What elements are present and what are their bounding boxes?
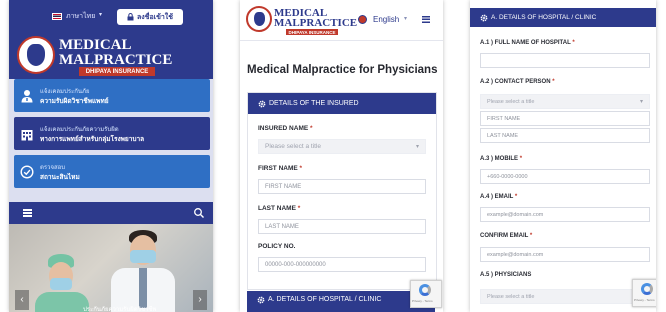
chevron-down-icon[interactable]: ▾ [404, 15, 407, 22]
last-name-input[interactable]: LAST NAME [258, 219, 426, 234]
thai-mobile-screen: ภาษาไทย ▾ ลงชื่อเข้าใช้ MEDICAL MALPRACT… [9, 0, 213, 312]
menu-item-claim-status[interactable]: ตรวจสอบ สถานะสินไหม [14, 155, 210, 188]
hero-caption: ประกันภัยความรับผิดวิชาชีพ [83, 307, 157, 312]
contact-person-label: A.2 ) CONTACT PERSON * [480, 79, 555, 85]
hospital-name-input[interactable] [480, 53, 650, 68]
email-input[interactable]: example@domain.com [480, 207, 650, 222]
service-menu: แจ้งเคลมประกันภัย ความรับผิดวิชาชีพแพทย์… [9, 79, 213, 202]
login-button[interactable]: ลงชื่อเข้าใช้ [117, 9, 183, 25]
login-label: ลงชื่อเข้าใช้ [137, 13, 173, 21]
mobile-input[interactable]: +660-0000-0000 [480, 169, 650, 184]
chevron-down-icon: ▾ [639, 99, 643, 105]
header: MEDICAL MALPRACTICE DHIPAYA INSURANCE En… [240, 0, 443, 41]
lock-icon [127, 13, 134, 21]
carousel-next-button[interactable]: › [193, 290, 207, 310]
menu-item-title: ทางการแพทย์สำหรับกลุ่มโรงพยาบาล [40, 136, 145, 143]
brand-logo [17, 36, 55, 74]
brand-tagline: DHIPAYA INSURANCE [286, 29, 338, 35]
language-selector[interactable]: ภาษาไทย [66, 11, 95, 22]
recaptcha-badge[interactable]: Privacy - Terms [410, 280, 442, 308]
menu-item-subtitle: ตรวจสอบ [40, 165, 66, 171]
recaptcha-icon [419, 284, 431, 296]
brand-tagline: DHIPAYA INSURANCE [79, 67, 155, 76]
search-icon[interactable] [193, 207, 205, 219]
contact-last-name-input[interactable]: LAST NAME [480, 128, 650, 143]
recaptcha-icon [641, 283, 653, 295]
gear-icon [258, 100, 266, 107]
top-bar: ภาษาไทย ▾ ลงชื่อเข้าใช้ [9, 0, 213, 34]
physicians-label: A.5 ) PHYSICIANS [480, 272, 532, 278]
thai-flag-icon [52, 13, 62, 20]
page-title: Medical Malpractice for Physicians [247, 64, 438, 76]
menu-item-subtitle: แจ้งเคลมประกันภัย [40, 89, 90, 95]
chevron-down-icon: ▾ [415, 144, 419, 150]
brand-header[interactable]: MEDICAL MALPRACTICE DHIPAYA INSURANCE [9, 34, 213, 79]
chevron-down-icon[interactable]: ▾ [99, 11, 102, 18]
physicians-title-select[interactable]: Please select a title [480, 289, 650, 304]
first-name-input[interactable]: FIRST NAME [258, 179, 426, 194]
doctor-icon [21, 90, 33, 103]
hamburger-menu-icon[interactable] [422, 16, 430, 23]
doctor-image-right [107, 224, 187, 312]
section-title: A. DETAILS OF HOSPITAL / CLINIC [268, 296, 382, 303]
contact-title-select[interactable]: Please select a title ▾ [480, 94, 650, 109]
check-circle-icon [20, 165, 34, 179]
recaptcha-badge[interactable]: Privacy - Terms [632, 279, 656, 307]
hamburger-menu-icon[interactable] [23, 209, 32, 217]
english-form-screen: MEDICAL MALPRACTICE DHIPAYA INSURANCE En… [240, 0, 443, 312]
menu-item-subtitle: แจ้งเคลมประกันภัยความรับผิด [40, 127, 119, 133]
menu-item-medical-claim[interactable]: แจ้งเคลมประกันภัย ความรับผิดวิชาชีพแพทย์ [14, 79, 210, 112]
policy-no-input[interactable]: 00000-000-000000000 [258, 257, 426, 272]
insured-name-label: INSURED NAME * [258, 125, 313, 132]
hero-banner: ‹ › ประกันภัยความรับผิดวิชาชีพ [9, 224, 213, 312]
first-name-label: FIRST NAME * [258, 165, 303, 172]
hospital-section-header: A. DETAILS OF HOSPITAL / CLINIC [470, 8, 656, 27]
mobile-label: A.3 ) MOBILE * [480, 156, 523, 162]
gear-icon [480, 14, 488, 21]
email-label: A.4 ) EMAIL * [480, 194, 518, 200]
gear-icon [257, 296, 265, 304]
insured-details-card: DETAILS OF THE INSURED INSURED NAME * Pl… [247, 92, 437, 290]
hospital-form-screen: A. DETAILS OF HOSPITAL / CLINIC A.1 ) FU… [470, 0, 656, 312]
nav-bar [9, 202, 213, 224]
carousel-prev-button[interactable]: ‹ [15, 290, 29, 310]
confirm-email-input[interactable]: example@domain.com [480, 247, 650, 262]
menu-item-title: สถานะสินไหม [40, 174, 80, 181]
hospital-section-header[interactable]: A. DETAILS OF HOSPITAL / CLINIC [247, 291, 435, 312]
menu-item-hospital-claim[interactable]: แจ้งเคลมประกันภัยความรับผิด ทางการแพทย์ส… [14, 117, 210, 150]
section-title: DETAILS OF THE INSURED [269, 100, 359, 107]
confirm-email-label: CONFIRM EMAIL * [480, 233, 533, 239]
insured-section-header: DETAILS OF THE INSURED [248, 93, 436, 114]
last-name-label: LAST NAME * [258, 205, 301, 212]
policy-no-label: POLICY NO. [258, 243, 296, 250]
doctor-image-left [35, 242, 95, 312]
menu-item-title: ความรับผิดวิชาชีพแพทย์ [40, 98, 109, 105]
section-title: A. DETAILS OF HOSPITAL / CLINIC [491, 14, 597, 21]
english-flag-icon [358, 15, 367, 24]
hospital-name-label: A.1 ) FULL NAME OF HOSPITAL * [480, 40, 575, 46]
brand-line-2: MALPRACTICE [274, 17, 358, 29]
hospital-icon [21, 130, 33, 141]
insured-title-select[interactable]: Please select a title ▾ [258, 139, 426, 154]
language-selector[interactable]: English [373, 15, 399, 24]
brand-logo[interactable] [246, 6, 272, 32]
contact-first-name-input[interactable]: FIRST NAME [480, 111, 650, 126]
